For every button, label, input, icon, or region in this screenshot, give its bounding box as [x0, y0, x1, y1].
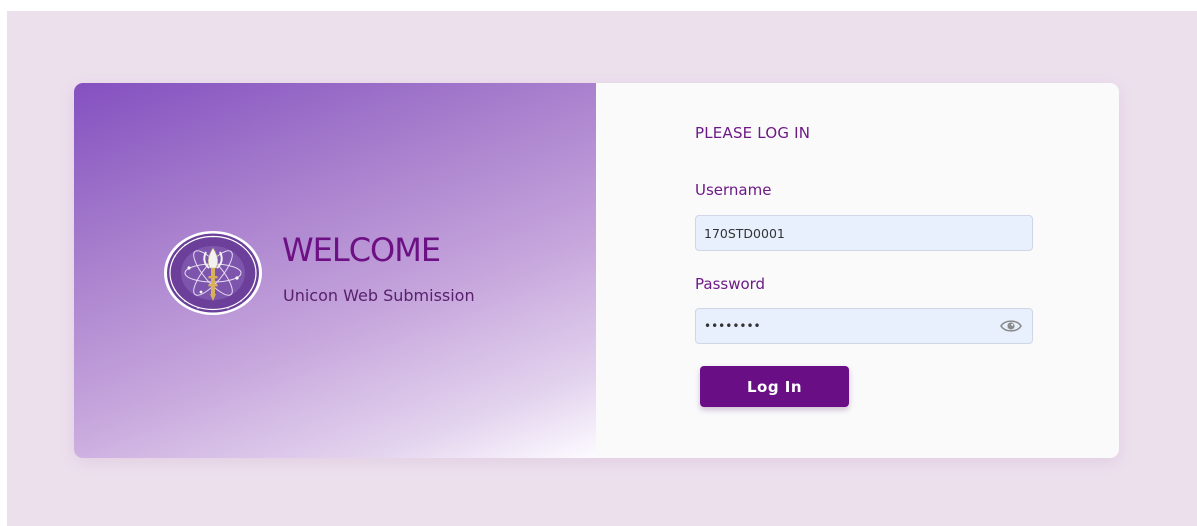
welcome-panel: WELCOME Unicon Web Submission	[74, 83, 596, 458]
username-label: Username	[695, 181, 772, 199]
password-value: ••••••••	[704, 319, 761, 333]
app-subtitle: Unicon Web Submission	[283, 286, 475, 305]
username-value: 170STD0001	[704, 225, 785, 241]
login-heading: PLEASE LOG IN	[695, 124, 811, 142]
eye-icon[interactable]	[1000, 318, 1022, 334]
password-label: Password	[695, 275, 766, 293]
login-panel: PLEASE LOG IN Username 170STD0001 Passwo…	[596, 83, 1119, 458]
welcome-title: WELCOME	[282, 231, 441, 269]
password-input[interactable]: ••••••••	[695, 308, 1033, 344]
login-card: WELCOME Unicon Web Submission PLEASE LOG…	[74, 83, 1119, 458]
login-button[interactable]: Log In	[700, 366, 849, 407]
ministry-seal-logo	[163, 230, 263, 316]
username-input[interactable]: 170STD0001	[695, 215, 1033, 251]
